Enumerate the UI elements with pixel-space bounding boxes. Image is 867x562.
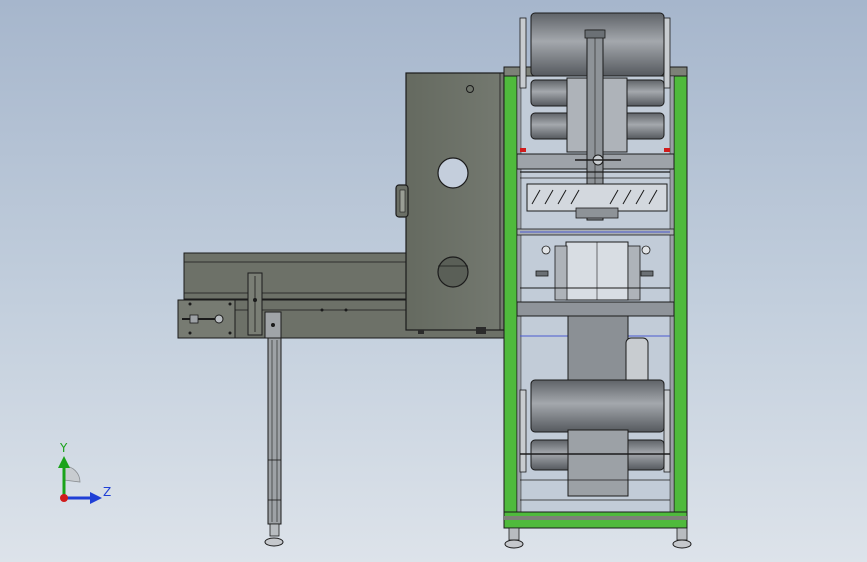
control-cabinet-door: [395, 72, 505, 334]
cad-viewport[interactable]: Y Z: [0, 0, 867, 562]
z-axis-label: Z: [103, 485, 112, 499]
x-axis-point: [60, 494, 68, 502]
conveyor-support-leg: [264, 337, 284, 547]
coordinate-triad: [58, 456, 102, 504]
machine-drawing: [58, 12, 692, 549]
y-axis-label: Y: [60, 441, 68, 455]
